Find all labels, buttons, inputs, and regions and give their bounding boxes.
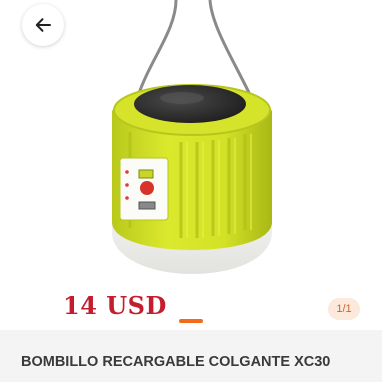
page-counter-badge: 1/1 <box>328 298 360 320</box>
image-gallery[interactable]: 14 USD 1/1 <box>0 0 382 330</box>
product-info-panel: BOMBILLO RECARGABLE COLGANTE XC30 <box>0 330 382 382</box>
price-overlay: 14 USD <box>63 291 167 320</box>
arrow-left-icon <box>35 18 51 32</box>
product-title: BOMBILLO RECARGABLE COLGANTE XC30 <box>21 354 331 370</box>
back-button[interactable] <box>22 4 64 46</box>
page-indicator-dot[interactable] <box>179 319 203 323</box>
product-image <box>112 0 272 274</box>
